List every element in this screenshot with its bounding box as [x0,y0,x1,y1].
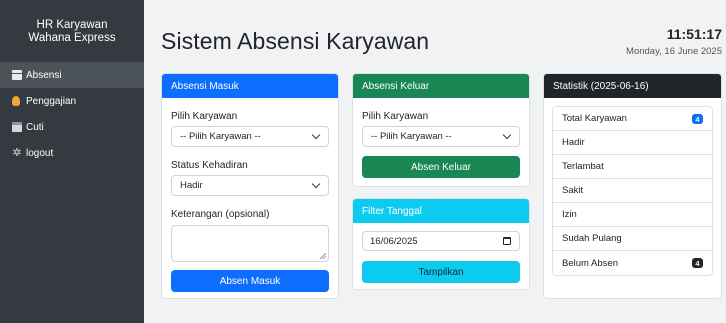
stat-label: Sudah Pulang [562,233,622,244]
employee-label: Pilih Karyawan [362,111,429,122]
stat-label: Hadir [562,137,585,148]
sidebar-item-penggajian[interactable]: Penggajian [0,88,144,114]
tampilkan-button[interactable]: Tampilkan [362,261,520,283]
stat-hadir: Hadir [553,131,712,155]
filter-header: Filter Tanggal [353,199,529,223]
brand-name: HR Karyawan [36,19,108,31]
status-select-value: Hadir [180,180,203,191]
stat-izin: Izin [553,203,712,227]
stat-sudah-pulang: Sudah Pulang [553,227,712,251]
stat-label: Izin [562,209,577,220]
note-label: Keterangan (opsional) [171,209,270,220]
absen-masuk-card: Absensi Masuk Pilih Karyawan -- Pilih Ka… [161,73,339,299]
calendar-icon [12,122,22,132]
status-label: Status Kehadiran [171,160,248,171]
sidebar-item-logout[interactable]: ✲ logout [0,140,144,166]
absen-keluar-header: Absensi Keluar [353,74,529,98]
stats-list: Total Karyawan 4 Hadir Terlambat Sakit I… [552,106,713,276]
keluar-employee-select[interactable]: -- Pilih Karyawan -- [362,126,520,147]
stat-label: Terlambat [562,161,604,172]
resize-grip-icon[interactable] [320,253,326,259]
status-select[interactable]: Hadir [171,175,329,196]
stat-belum-absen: Belum Absen 4 [553,251,712,275]
employee-label: Pilih Karyawan [171,111,238,122]
keluar-employee-select-value: -- Pilih Karyawan -- [371,131,452,142]
chevron-down-icon [311,179,321,189]
stats-header: Statistik (2025-06-16) [544,74,721,98]
count-badge: 4 [692,114,703,124]
main-content: Sistem Absensi Karyawan 11:51:17 Monday,… [144,0,726,323]
sidebar-item-label: Absensi [26,69,62,81]
filter-date-value: 16/06/2025 [370,235,418,247]
employee-select-value: -- Pilih Karyawan -- [180,131,261,142]
stat-label: Belum Absen [562,257,618,269]
table-icon [12,70,22,80]
sidebar-item-label: logout [26,147,54,159]
stat-total-karyawan: Total Karyawan 4 [553,107,712,131]
employee-select[interactable]: -- Pilih Karyawan -- [171,126,329,147]
stat-label: Sakit [562,185,584,196]
calendar-picker-icon[interactable] [503,237,511,245]
current-date: Monday, 16 June 2025 [626,46,722,57]
filter-card: Filter Tanggal 16/06/2025 Tampilkan [352,198,530,290]
filter-date-input[interactable]: 16/06/2025 [362,231,520,251]
sidebar-item-label: Penggajian [26,95,77,107]
stat-sakit: Sakit [553,179,712,203]
brand-company: Wahana Express [28,32,116,44]
page-title: Sistem Absensi Karyawan [161,28,430,54]
stat-terlambat: Terlambat [553,155,712,179]
sidebar-item-label: Cuti [26,121,44,133]
sidebar-item-cuti[interactable]: Cuti [0,114,144,140]
money-bag-icon [12,96,20,106]
stats-card: Statistik (2025-06-16) Total Karyawan 4 … [543,73,722,299]
count-badge: 4 [692,258,703,268]
note-textarea[interactable] [171,225,329,262]
brand: HR Karyawan Wahana Express [0,0,144,62]
stat-label: Total Karyawan [562,113,627,124]
sidebar: HR Karyawan Wahana Express Absensi Pengg… [0,0,144,323]
chevron-down-icon [311,130,321,140]
clock: 11:51:17 [666,26,722,42]
absen-keluar-card: Absensi Keluar Pilih Karyawan -- Pilih K… [352,73,530,187]
chevron-down-icon [502,130,512,140]
absen-masuk-header: Absensi Masuk [162,74,338,98]
absen-masuk-button[interactable]: Absen Masuk [171,270,329,292]
gear-icon: ✲ [12,147,22,159]
absen-keluar-button[interactable]: Absen Keluar [362,156,520,178]
sidebar-item-absensi[interactable]: Absensi [0,62,144,88]
